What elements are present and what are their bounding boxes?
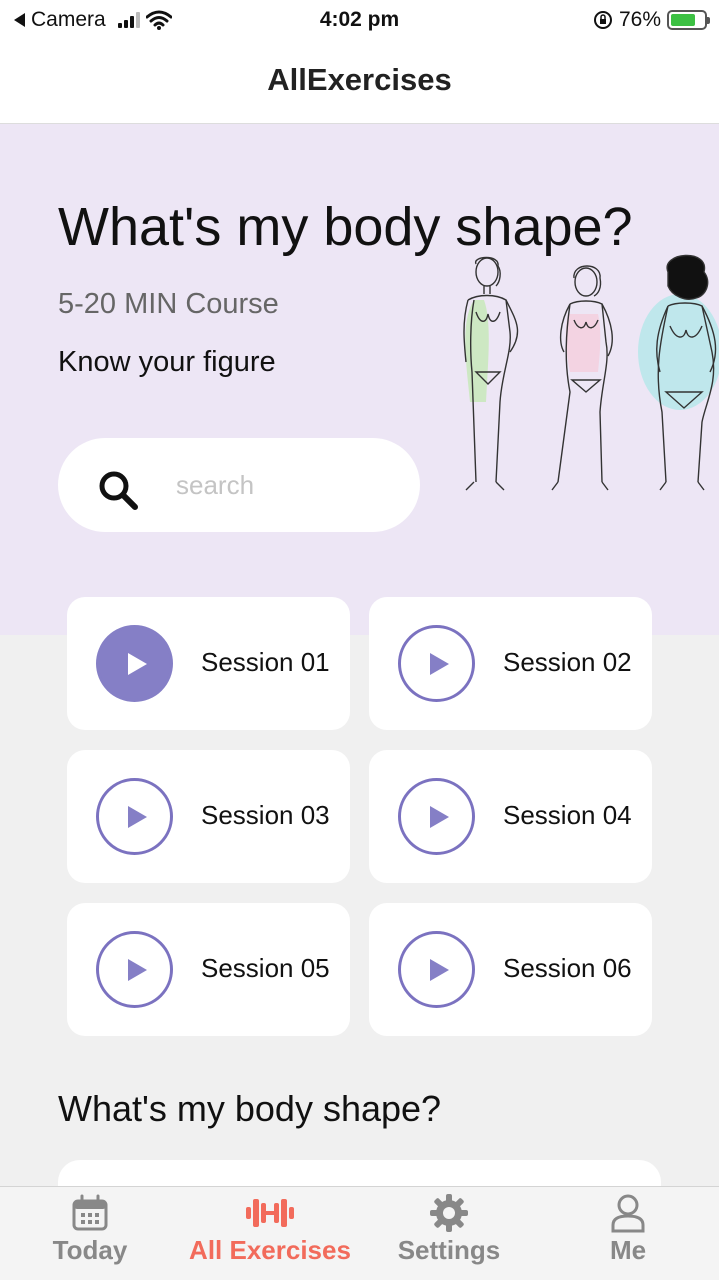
sessions-grid: Session 01 Session 02 Session 03 Session… xyxy=(67,597,652,1036)
tab-label: Settings xyxy=(397,1235,501,1265)
orientation-lock-icon xyxy=(593,11,612,29)
session-label: Session 02 xyxy=(503,647,632,677)
session-label: Session 04 xyxy=(503,800,632,830)
battery-percent: 76% xyxy=(618,8,661,31)
tab-settings[interactable]: Settings xyxy=(388,1187,510,1280)
tab-label: All Exercises xyxy=(189,1235,351,1265)
session-label: Session 06 xyxy=(503,953,632,983)
play-button[interactable] xyxy=(398,931,475,1008)
play-button[interactable] xyxy=(398,778,475,855)
play-button[interactable] xyxy=(96,931,173,1008)
session-label: Session 03 xyxy=(201,800,330,830)
session-label: Session 01 xyxy=(201,647,330,677)
tab-me[interactable]: Me xyxy=(580,1187,676,1280)
play-icon xyxy=(128,805,147,828)
battery-level xyxy=(671,14,696,26)
tab-label: Today xyxy=(52,1235,128,1265)
dumbbell-icon xyxy=(246,1199,294,1227)
person-icon xyxy=(611,1194,645,1233)
session-card-01[interactable]: Session 01 xyxy=(67,597,350,730)
search-bar[interactable] xyxy=(58,438,420,532)
tab-label: Me xyxy=(609,1235,647,1265)
hero-banner: What's my body shape? 5-20 MIN Course Kn… xyxy=(0,124,719,635)
tab-bar: Today All Exercises Settings Me xyxy=(0,1186,719,1280)
body-shapes-illustration xyxy=(463,254,719,491)
session-card-02[interactable]: Session 02 xyxy=(369,597,652,730)
play-icon xyxy=(430,652,449,675)
session-card-03[interactable]: Session 03 xyxy=(67,750,350,883)
page-title: AllExercises xyxy=(267,62,452,97)
play-icon xyxy=(128,652,147,675)
session-card-05[interactable]: Session 05 xyxy=(67,903,350,1036)
section-title: What's my body shape? xyxy=(58,1088,442,1129)
hero-title: What's my body shape? xyxy=(58,197,633,257)
hero-tagline: Know your figure xyxy=(58,346,276,378)
navigation-bar: AllExercises xyxy=(0,40,719,124)
play-icon xyxy=(430,958,449,981)
search-icon xyxy=(99,471,138,510)
calendar-icon xyxy=(72,1194,108,1231)
hero-subtitle: 5-20 MIN Course xyxy=(58,288,279,320)
session-label: Session 05 xyxy=(201,953,330,983)
session-card-06[interactable]: Session 06 xyxy=(369,903,652,1036)
tab-all-exercises[interactable]: All Exercises xyxy=(180,1187,360,1280)
session-card-04[interactable]: Session 04 xyxy=(369,750,652,883)
battery-icon xyxy=(667,10,710,30)
play-icon xyxy=(128,958,147,981)
tab-today[interactable]: Today xyxy=(30,1187,150,1280)
play-button[interactable] xyxy=(96,778,173,855)
search-input[interactable] xyxy=(176,462,396,508)
status-bar: Camera 4:02 pm 76% xyxy=(0,0,719,40)
play-button[interactable] xyxy=(398,625,475,702)
gear-icon xyxy=(430,1194,468,1232)
play-button[interactable] xyxy=(96,625,173,702)
play-icon xyxy=(430,805,449,828)
